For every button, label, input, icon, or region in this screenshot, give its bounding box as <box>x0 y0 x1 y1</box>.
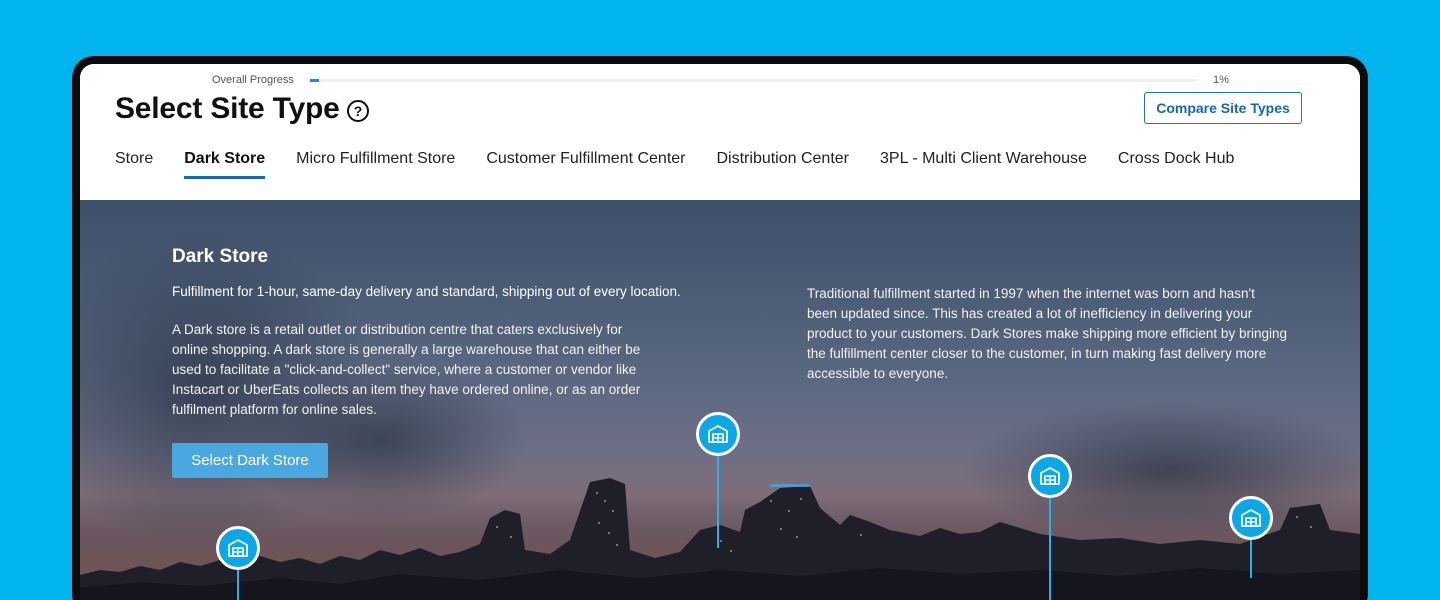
tab-dark-store[interactable]: Dark Store <box>184 150 266 179</box>
hero-subtitle: Fulfillment for 1-hour, same-day deliver… <box>172 284 681 299</box>
site-type-tabs: Store Dark Store Micro Fulfillment Store… <box>115 150 1265 179</box>
hero-title: Dark Store <box>172 246 269 267</box>
overall-progress-bar <box>310 79 1196 82</box>
warehouse-icon <box>1241 509 1261 527</box>
question-circle-icon[interactable]: ? <box>347 100 369 122</box>
pin-line <box>717 454 719 548</box>
hero-description: A Dark store is a retail outlet or distr… <box>172 322 641 417</box>
overall-progress-fill <box>310 79 319 82</box>
pin-line <box>237 568 239 600</box>
warehouse-icon <box>1040 467 1060 485</box>
tab-3pl-multi-client-warehouse[interactable]: 3PL - Multi Client Warehouse <box>880 150 1087 179</box>
warehouse-icon <box>228 539 248 557</box>
pin-line <box>1250 538 1252 578</box>
tab-customer-fulfillment-center[interactable]: Customer Fulfillment Center <box>486 150 685 179</box>
page-header: Overall Progress 1% Select Site Type ? C… <box>80 64 1360 200</box>
page-title: Select Site Type <box>115 92 340 125</box>
pin-line <box>1049 496 1051 600</box>
warehouse-pin[interactable] <box>1028 454 1072 498</box>
tab-store[interactable]: Store <box>115 150 153 179</box>
warehouse-icon <box>708 425 728 443</box>
tab-cross-dock-hub[interactable]: Cross Dock Hub <box>1118 150 1234 179</box>
tab-distribution-center[interactable]: Distribution Center <box>717 150 850 179</box>
overall-progress-percent: 1% <box>1213 74 1229 86</box>
app-screen: Overall Progress 1% Select Site Type ? C… <box>80 64 1360 600</box>
warehouse-pin[interactable] <box>216 526 260 570</box>
warehouse-pin[interactable] <box>696 412 740 456</box>
hero-side-text: Traditional fulfillment started in 1997 … <box>807 286 1287 381</box>
compare-site-types-button[interactable]: Compare Site Types <box>1144 92 1302 124</box>
select-dark-store-button[interactable]: Select Dark Store <box>172 443 328 478</box>
overall-progress-label: Overall Progress <box>212 74 294 86</box>
warehouse-pin[interactable] <box>1229 496 1273 540</box>
tab-micro-fulfillment-store[interactable]: Micro Fulfillment Store <box>296 150 455 179</box>
city-skyline-image <box>80 478 1360 600</box>
hero-banner: Dark Store Fulfillment for 1-hour, same-… <box>80 200 1360 600</box>
